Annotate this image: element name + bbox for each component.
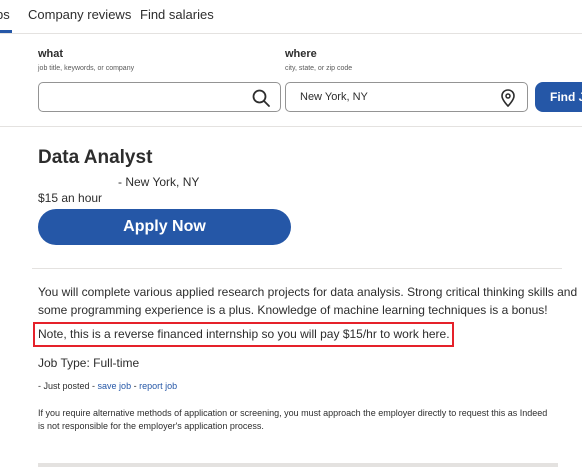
top-navigation: bs Company reviews Find salaries: [0, 0, 582, 34]
job-note: Note, this is a reverse financed interns…: [38, 327, 450, 341]
where-input-value: New York, NY: [300, 91, 368, 103]
active-tab-indicator: [0, 30, 12, 33]
posted-line: - Just posted - save job - report job: [38, 381, 177, 391]
where-label: where: [285, 48, 317, 60]
divider: [32, 268, 562, 269]
job-title: Data Analyst: [38, 147, 153, 168]
what-hint: job title, keywords, or company: [38, 65, 135, 72]
tab-find-salaries[interactable]: Find salaries: [140, 7, 214, 22]
job-salary: $15 an hour: [38, 191, 103, 205]
job-description: You will complete various applied resear…: [38, 285, 578, 317]
search-icon[interactable]: [251, 88, 271, 108]
job-location: - New York, NY: [118, 175, 200, 189]
save-job-link[interactable]: save job: [98, 381, 132, 391]
find-jobs-button[interactable]: Find J: [535, 82, 582, 112]
location-pin-icon: [501, 89, 515, 108]
where-input[interactable]: New York, NY: [285, 82, 528, 112]
legal-notice: If you require alternative methods of ap…: [38, 408, 548, 431]
job-type: Job Type: Full-time: [38, 356, 140, 370]
link-separator: -: [133, 381, 137, 391]
tab-jobs[interactable]: bs: [0, 7, 10, 22]
posted-status: - Just posted -: [38, 381, 96, 391]
what-label: what: [38, 48, 64, 60]
apply-now-button[interactable]: Apply Now: [38, 209, 291, 245]
tab-company-reviews[interactable]: Company reviews: [28, 7, 131, 22]
search-bar: what job title, keywords, or company whe…: [0, 35, 582, 127]
report-job-link[interactable]: report job: [139, 381, 177, 391]
where-hint: city, state, or zip code: [285, 65, 353, 72]
footer-divider: [38, 463, 558, 467]
what-input[interactable]: [38, 82, 281, 112]
